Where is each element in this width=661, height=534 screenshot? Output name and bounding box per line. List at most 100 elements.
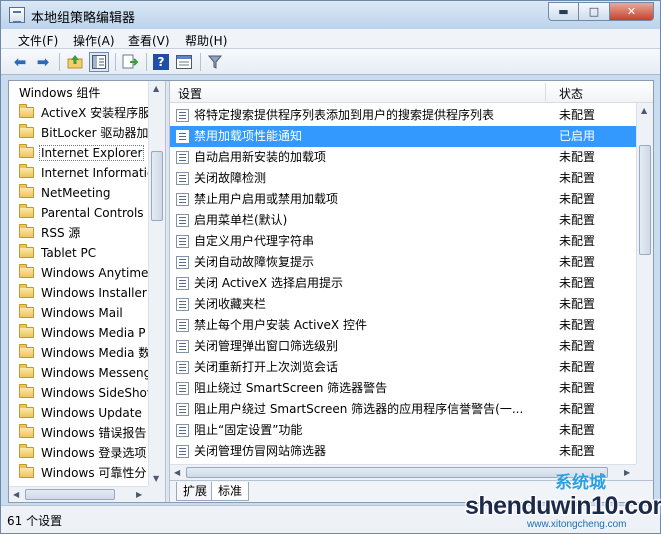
maximize-button[interactable]: □ bbox=[579, 2, 610, 21]
tree-item[interactable]: Windows Anytime bbox=[19, 263, 149, 283]
forward-button[interactable]: ➡ bbox=[33, 52, 53, 72]
policy-state: 未配置 bbox=[559, 276, 596, 290]
table-row[interactable]: 禁止用户启用或禁用加载项 未配置 bbox=[170, 189, 636, 210]
folder-icon bbox=[19, 464, 34, 478]
policy-name: 关闭管理仿冒网站筛选器 bbox=[194, 444, 327, 458]
filter-button[interactable] bbox=[205, 52, 225, 72]
export-list-button[interactable] bbox=[120, 52, 140, 72]
scroll-right-icon[interactable]: ▶ bbox=[624, 468, 630, 477]
minimize-button[interactable]: ▬ bbox=[548, 2, 579, 21]
tree-item-label: Windows SideShov bbox=[41, 386, 154, 400]
toolbar-separator bbox=[146, 53, 147, 71]
folder-icon bbox=[19, 364, 34, 378]
tree-item-label: Windows Mail bbox=[41, 306, 123, 320]
table-row[interactable]: 关闭重新打开上次浏览会话 未配置 bbox=[170, 357, 636, 378]
table-row[interactable]: 将特定搜索提供程序列表添加到用户的搜索提供程序列表 未配置 bbox=[170, 105, 636, 126]
scroll-right-icon[interactable]: ▶ bbox=[136, 490, 142, 499]
tree-item[interactable]: BitLocker 驱动器加 bbox=[19, 123, 149, 143]
tree-item[interactable]: Windows Media P bbox=[19, 323, 146, 343]
tree-item[interactable]: Internet Explorer bbox=[19, 143, 145, 163]
tree-horizontal-scrollbar[interactable]: ◀ ▶ bbox=[9, 486, 148, 502]
up-level-button[interactable] bbox=[65, 52, 85, 72]
table-row[interactable]: 阻止“固定设置”功能 未配置 bbox=[170, 420, 636, 441]
list-hscroll-thumb[interactable] bbox=[186, 467, 608, 478]
tree-item-label: Internet Explorer bbox=[38, 145, 145, 161]
table-row[interactable]: 关闭 ActiveX 选择启用提示 未配置 bbox=[170, 273, 636, 294]
table-row[interactable]: 关闭管理仿冒网站筛选器 未配置 bbox=[170, 441, 636, 462]
folder-icon bbox=[19, 104, 34, 118]
tree-item[interactable]: NetMeeting bbox=[19, 183, 111, 203]
column-divider[interactable] bbox=[545, 83, 546, 101]
table-row[interactable]: 自定义用户代理字符串 未配置 bbox=[170, 231, 636, 252]
list-header: 设置 状态 bbox=[170, 81, 653, 103]
table-row[interactable]: 关闭故障检测 未配置 bbox=[170, 168, 636, 189]
policy-state: 已启用 bbox=[559, 129, 596, 143]
policy-state: 未配置 bbox=[559, 402, 596, 416]
list-scroll-thumb[interactable] bbox=[639, 145, 651, 255]
policy-name: 关闭故障检测 bbox=[194, 171, 267, 185]
table-row[interactable]: 自动启用新安装的加载项 未配置 bbox=[170, 147, 636, 168]
table-row[interactable]: 阻止用户绕过 SmartScreen 筛选器的应用程序信誉警告(一... 未配置 bbox=[170, 399, 636, 420]
tree-item[interactable]: ActiveX 安装程序服 bbox=[19, 103, 151, 123]
tree-vertical-scrollbar[interactable]: ▲ ▼ bbox=[148, 81, 165, 486]
minimize-icon: ▬ bbox=[558, 5, 569, 18]
tree-item-label: Windows Media P bbox=[41, 326, 146, 340]
policy-name: 阻止“固定设置”功能 bbox=[194, 423, 303, 437]
scroll-down-icon[interactable]: ▼ bbox=[153, 474, 159, 483]
tree-item-label: Windows Media 数 bbox=[41, 346, 151, 360]
tree-item[interactable]: Windows SideShov bbox=[19, 383, 155, 403]
column-header-setting[interactable]: 设置 bbox=[178, 85, 202, 102]
table-row[interactable]: 禁用加载项性能通知 已启用 bbox=[170, 126, 636, 147]
tree-item[interactable]: Windows Installer bbox=[19, 283, 148, 303]
close-button[interactable]: ✕ bbox=[610, 2, 654, 21]
back-button[interactable]: ⬅ bbox=[10, 52, 30, 72]
tree-root[interactable]: Windows 组件 bbox=[19, 83, 100, 103]
tree-item[interactable]: Windows 登录选项 bbox=[19, 443, 147, 463]
column-header-state[interactable]: 状态 bbox=[559, 85, 583, 102]
tab-extended[interactable]: 扩展 bbox=[176, 482, 215, 501]
policy-setting-icon bbox=[176, 403, 189, 416]
scroll-left-icon[interactable]: ◀ bbox=[13, 490, 19, 499]
table-row[interactable]: 启用菜单栏(默认) 未配置 bbox=[170, 210, 636, 231]
list-horizontal-scrollbar[interactable]: ◀ ▶ bbox=[170, 464, 636, 480]
tree-hscroll-thumb[interactable] bbox=[25, 489, 115, 500]
menu-action[interactable]: 操作(A) bbox=[73, 32, 115, 49]
tree-item[interactable]: Windows Update bbox=[19, 403, 143, 423]
policy-name: 关闭自动故障恢复提示 bbox=[194, 255, 315, 269]
table-row[interactable]: 关闭自动故障恢复提示 未配置 bbox=[170, 252, 636, 273]
settings-list-pane: 设置 状态 将特定搜索提供程序列表添加到用户的搜索提供程序列表 未配置 禁用加载项性… bbox=[170, 81, 653, 502]
folder-icon bbox=[19, 244, 34, 258]
scroll-up-icon[interactable]: ▲ bbox=[153, 84, 159, 93]
tree-item-label: Windows Messeng bbox=[41, 366, 152, 380]
tree-item[interactable]: Windows Messeng bbox=[19, 363, 152, 383]
title-bar[interactable]: 本地组策略编辑器 ▬ □ ✕ bbox=[1, 1, 660, 29]
policy-setting-icon bbox=[176, 235, 189, 248]
tree-item[interactable]: RSS 源 bbox=[19, 223, 81, 243]
scroll-left-icon[interactable]: ◀ bbox=[174, 468, 180, 477]
tree-item-label: RSS 源 bbox=[41, 226, 81, 240]
list-vertical-scrollbar[interactable]: ▲ bbox=[636, 103, 653, 480]
menu-help[interactable]: 帮助(H) bbox=[185, 32, 227, 49]
table-row[interactable]: 关闭收藏夹栏 未配置 bbox=[170, 294, 636, 315]
menu-file[interactable]: 文件(F) bbox=[18, 32, 58, 49]
tree-item[interactable]: Windows 可靠性分 bbox=[19, 463, 147, 483]
tab-standard[interactable]: 标准 bbox=[211, 482, 250, 501]
table-row[interactable]: 禁止每个用户安装 ActiveX 控件 未配置 bbox=[170, 315, 636, 336]
table-row[interactable]: 关闭管理弹出窗口筛选级别 未配置 bbox=[170, 336, 636, 357]
tree-scroll-thumb[interactable] bbox=[151, 151, 163, 221]
policy-state: 未配置 bbox=[559, 360, 596, 374]
tree-item[interactable]: Windows Mail bbox=[19, 303, 124, 323]
policy-state: 未配置 bbox=[559, 423, 596, 437]
properties-button[interactable] bbox=[174, 52, 194, 72]
policy-name: 关闭重新打开上次浏览会话 bbox=[194, 360, 339, 374]
scroll-up-icon[interactable]: ▲ bbox=[641, 106, 647, 115]
tree-item[interactable]: Windows Media 数 bbox=[19, 343, 151, 363]
help-button[interactable]: ? bbox=[151, 52, 171, 72]
tree-item[interactable]: Parental Controls bbox=[19, 203, 145, 223]
table-row[interactable]: 阻止绕过 SmartScreen 筛选器警告 未配置 bbox=[170, 378, 636, 399]
tree-item[interactable]: Windows 错误报告 bbox=[19, 423, 147, 443]
show-hide-tree-button[interactable] bbox=[89, 52, 109, 72]
menu-view[interactable]: 查看(V) bbox=[128, 32, 170, 49]
tree-item[interactable]: Tablet PC bbox=[19, 243, 97, 263]
tree-item[interactable]: Internet Informatio bbox=[19, 163, 155, 183]
